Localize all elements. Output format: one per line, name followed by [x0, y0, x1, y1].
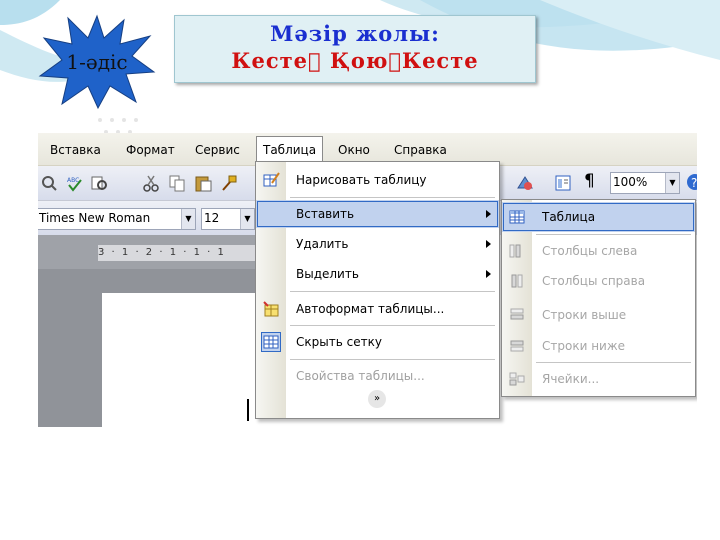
autoformat-icon: [263, 301, 279, 317]
slide-title-box: Мәзір жолы: Кесте ҚоюКесте: [174, 15, 536, 83]
menu-item-insert[interactable]: Вставить: [256, 200, 499, 228]
menu-separator: [536, 234, 691, 235]
document-map-icon[interactable]: [554, 174, 572, 192]
font-name-select[interactable]: Times New Roman ▼: [38, 208, 196, 230]
paste-icon[interactable]: [194, 174, 212, 192]
expand-menu-icon[interactable]: »: [368, 390, 386, 408]
badge-label: 1-әдіс: [66, 50, 128, 74]
cut-icon[interactable]: [142, 174, 160, 192]
menu-item-label: Скрыть сетку: [296, 335, 382, 349]
menu-item-select[interactable]: Выделить: [256, 260, 499, 288]
submenu-item-columns-right[interactable]: Столбцы справа: [502, 266, 695, 296]
slide-subtitle: Кесте ҚоюКесте: [231, 48, 477, 73]
submenu-item-rows-above[interactable]: Строки выше: [502, 300, 695, 330]
format-painter-icon[interactable]: [220, 174, 238, 192]
spelling-icon[interactable]: ABC: [66, 174, 84, 192]
research-icon[interactable]: [90, 174, 108, 192]
svg-text:?: ?: [691, 176, 697, 190]
ruler[interactable]: 3 · 1 · 2 · 1 · 1 · 1: [38, 235, 258, 269]
submenu-item-label: Ячейки...: [542, 372, 600, 386]
menu-item-hide-gridlines[interactable]: Скрыть сетку: [256, 328, 499, 356]
submenu-arrow-icon: [486, 210, 491, 218]
submenu-item-label: Таблица: [542, 210, 596, 224]
menu-item-table-properties[interactable]: Свойства таблицы...: [256, 362, 499, 390]
method-badge: 1-әдіс: [38, 14, 156, 110]
font-size-value: 12: [204, 211, 220, 225]
menu-item-label: Выделить: [296, 267, 359, 281]
slide-title: Мәзір жолы:: [270, 21, 440, 46]
zoom-select[interactable]: 100% ▼: [610, 172, 680, 194]
submenu-item-columns-left[interactable]: Столбцы слева: [502, 236, 695, 266]
document-page[interactable]: [102, 293, 258, 427]
menu-insert[interactable]: Вставка: [46, 141, 105, 159]
menu-item-label: Вставить: [296, 207, 355, 221]
menu-item-label: Автоформат таблицы...: [296, 302, 445, 316]
font-size-select[interactable]: 12 ▼: [201, 208, 255, 230]
submenu-item-cells[interactable]: Ячейки...: [502, 364, 695, 394]
menu-table[interactable]: Таблица: [256, 136, 324, 163]
zoom-value: 100%: [613, 175, 648, 189]
submenu-arrow-icon: [486, 240, 491, 248]
table-menu-dropdown: Нарисовать таблицу Вставить Удалить Выде…: [255, 161, 500, 419]
copy-icon[interactable]: [168, 174, 186, 192]
menu-separator: [290, 291, 495, 292]
table-icon: [509, 210, 525, 224]
menu-separator: [290, 197, 495, 198]
menu-item-autoformat[interactable]: Автоформат таблицы...: [256, 295, 499, 323]
insert-submenu: Таблица Столбцы слева Столбцы справа Стр…: [501, 199, 696, 397]
menu-item-draw-table[interactable]: Нарисовать таблицу: [256, 166, 499, 194]
chevron-down-icon: ▼: [181, 209, 195, 229]
menu-item-label: Свойства таблицы...: [296, 369, 425, 383]
draw-table-icon: [263, 172, 280, 187]
menu-item-delete[interactable]: Удалить: [256, 230, 499, 258]
font-name-value: Times New Roman: [39, 211, 151, 225]
help-icon[interactable]: ?: [686, 173, 697, 191]
menu-separator: [290, 359, 495, 360]
text-cursor: [247, 399, 249, 421]
chevron-down-icon: ▼: [665, 173, 679, 193]
cells-icon: [509, 372, 525, 386]
show-formatting-icon[interactable]: ¶: [584, 171, 602, 191]
menu-separator: [290, 325, 495, 326]
rows-below-icon: [510, 340, 524, 352]
submenu-item-rows-below[interactable]: Строки ниже: [502, 331, 695, 361]
menu-separator: [536, 362, 691, 363]
menu-help[interactable]: Справка: [390, 141, 451, 159]
menu-window[interactable]: Окно: [334, 141, 374, 159]
submenu-arrow-icon: [486, 270, 491, 278]
menu-tools[interactable]: Сервис: [191, 141, 244, 159]
grid-icon: [261, 332, 281, 352]
columns-left-icon: [509, 244, 521, 258]
ruler-scale: 3 · 1 · 2 · 1 · 1 · 1: [98, 245, 258, 261]
chevron-down-icon: ▼: [240, 209, 254, 229]
submenu-item-table[interactable]: Таблица: [502, 202, 695, 232]
menu-format[interactable]: Формат: [122, 141, 179, 159]
submenu-item-label: Строки ниже: [542, 339, 626, 353]
word-screenshot: Вставка Формат Сервис Таблица Окно Справ…: [38, 133, 697, 427]
rows-above-icon: [510, 308, 524, 320]
columns-right-icon: [511, 274, 523, 288]
submenu-item-label: Столбцы слева: [542, 244, 638, 258]
submenu-item-label: Строки выше: [542, 308, 627, 322]
submenu-item-label: Столбцы справа: [542, 274, 646, 288]
menu-item-label: Нарисовать таблицу: [296, 173, 427, 187]
drawing-icon[interactable]: [516, 174, 534, 192]
print-preview-icon[interactable]: [40, 174, 58, 192]
menu-item-label: Удалить: [296, 237, 349, 251]
